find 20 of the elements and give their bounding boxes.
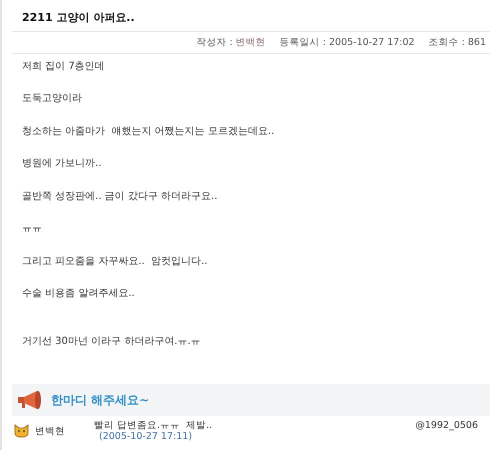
body-text: 골반쪽 성장판에.. 금이 갔다구 하더라구요.. — [22, 190, 218, 202]
megaphone-icon — [17, 390, 43, 410]
post-title: 2211 고양이 아퍼요.. — [12, 0, 490, 32]
meta-info: 작성자 : 변백현 — [196, 36, 266, 49]
comment-id: @1992_0506 — [415, 420, 478, 433]
comment-header-title: 한마디 해주세요~ — [51, 392, 150, 408]
body-text: 청소하는 아줌마가 얘했는지 어쨌는지는 모르겠는데요.. — [22, 124, 274, 138]
meta-info: 등록일시 : 2005-10-27 17:02 — [280, 36, 415, 49]
body-text: ㅠㅠ — [22, 222, 42, 235]
body-text: 도둑고양이라 — [22, 92, 82, 105]
comment-author: 변백현 — [35, 426, 65, 436]
meta-info: 조회수 : 861 — [428, 36, 486, 49]
body-text: 수술 비용좀 알려주세요.. — [22, 287, 135, 300]
comment-text: 빨리 답변좀요.ㅠㅠ 제발.. — [94, 420, 212, 431]
cat-face-icon — [14, 424, 29, 438]
comment-date: (2005-10-27 17:11) — [98, 431, 192, 442]
body-text: 거기선 30마넌 이라구 하더라구여.ㅠ.ㅠ — [22, 335, 201, 348]
body-text: 저희 집이 7층인데 — [22, 60, 105, 72]
body-text: 병원에 가보니까.. — [22, 157, 102, 170]
body-text: 그리고 피오줌을 자꾸싸요.. 암컷입니다.. — [22, 254, 208, 268]
